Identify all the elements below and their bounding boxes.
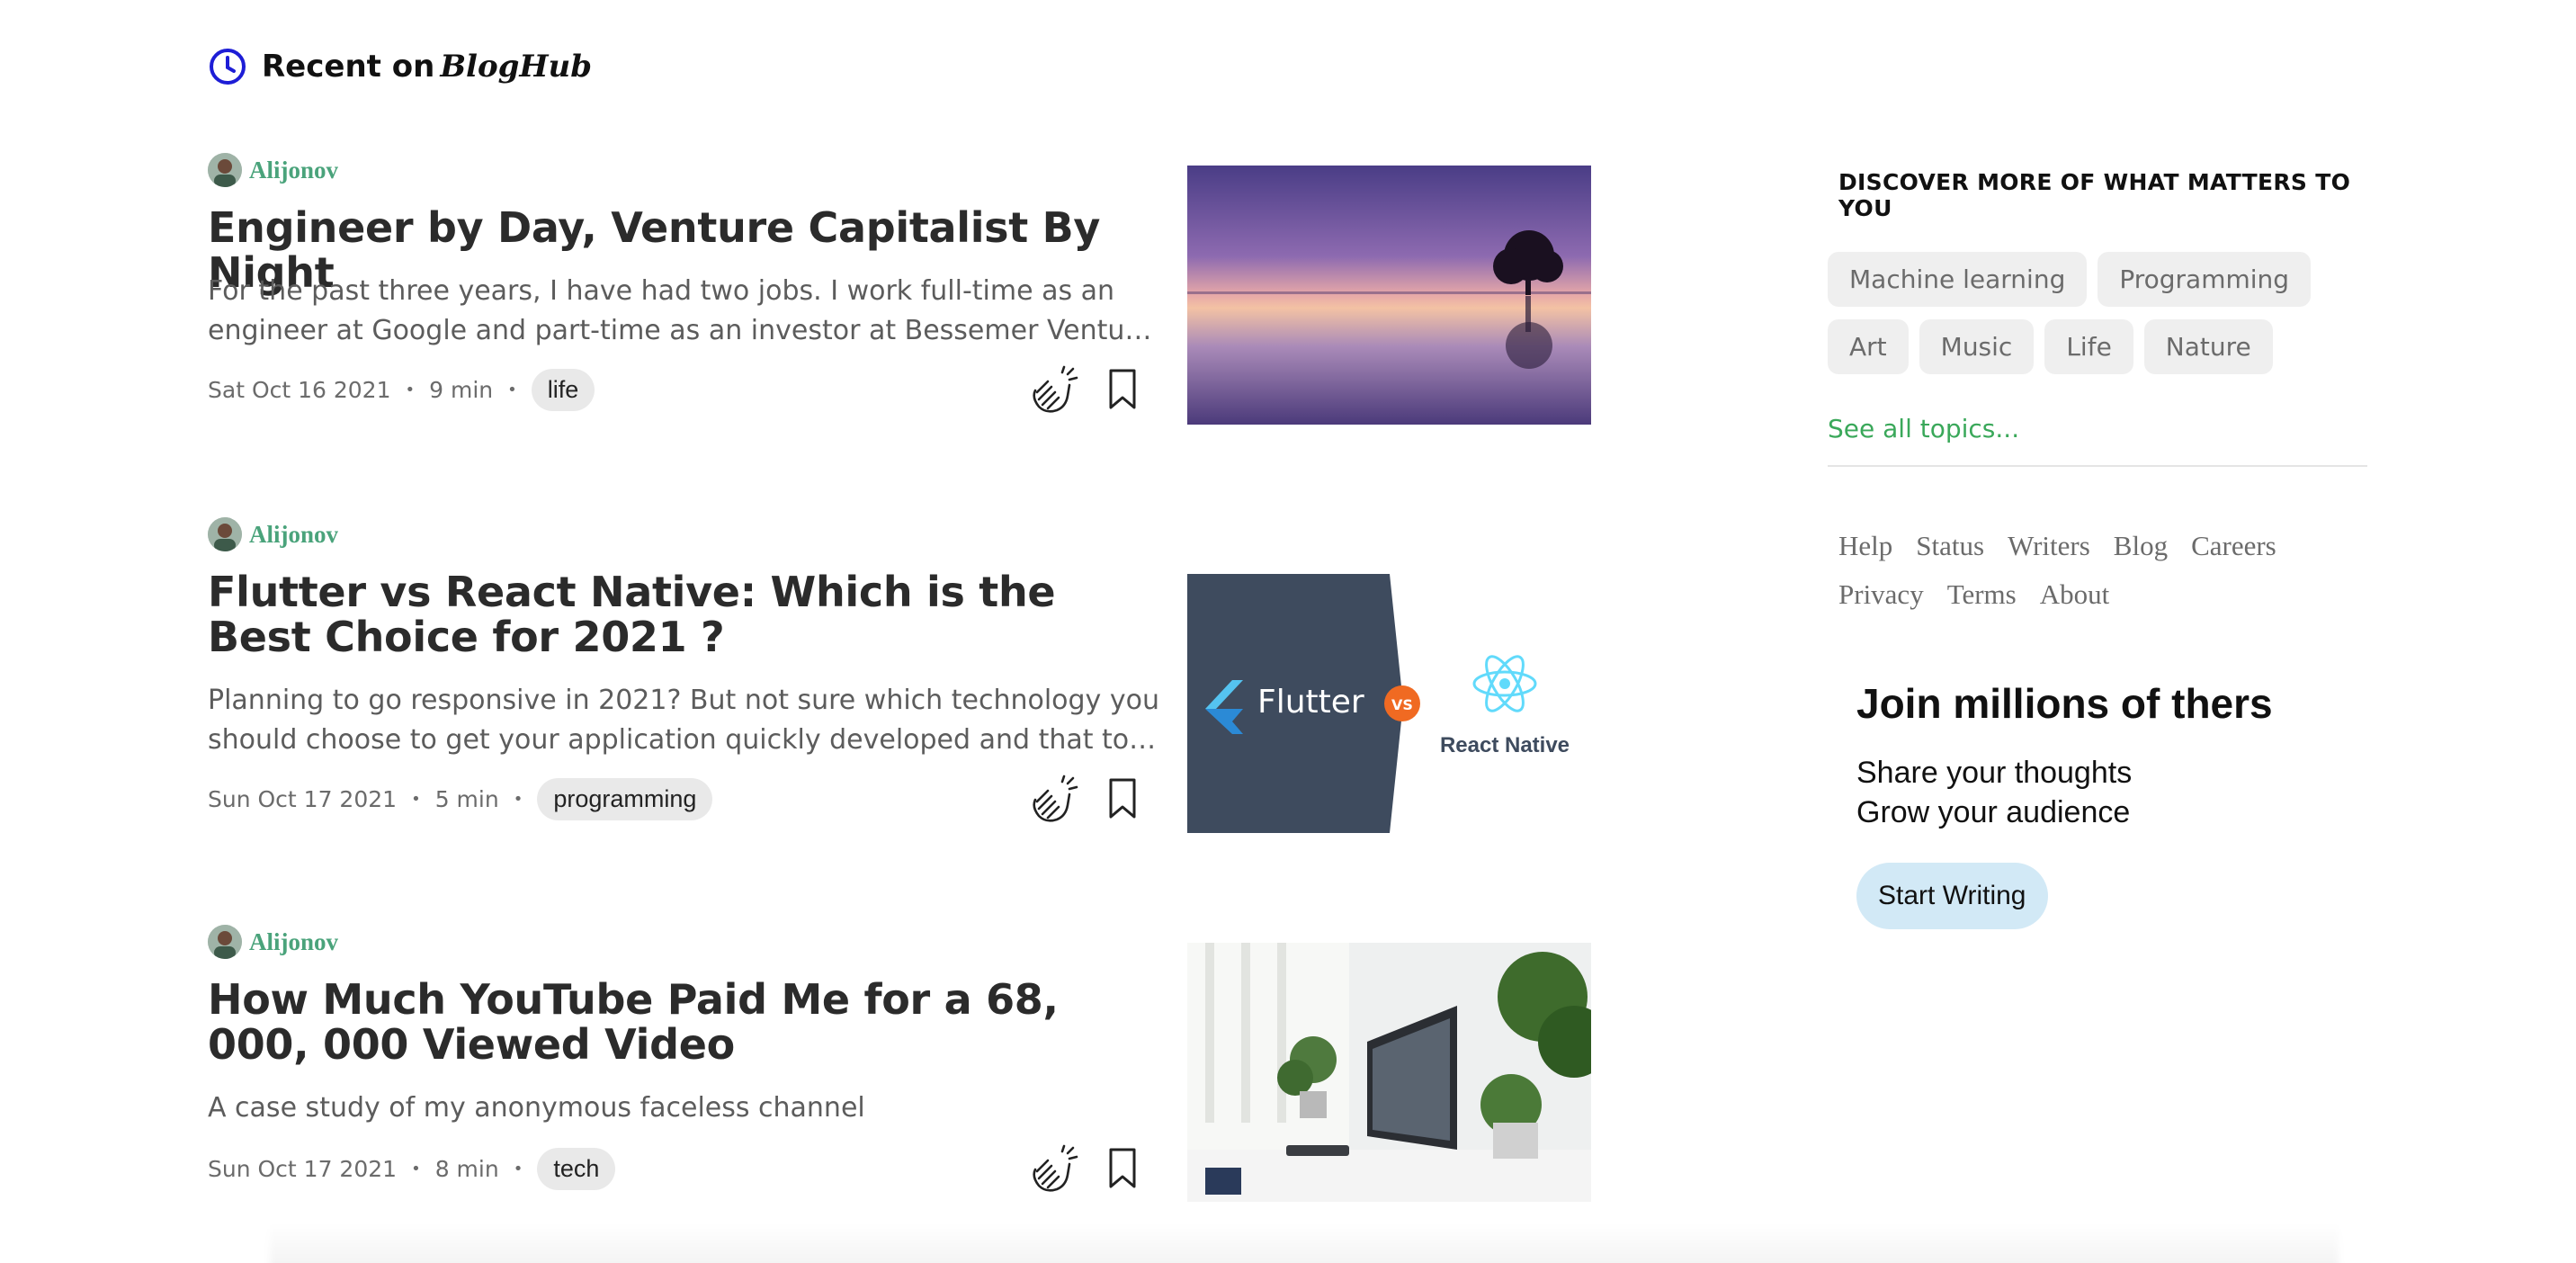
article-card[interactable]: Alijonov How Much YouTube Paid Me for a …	[208, 925, 1591, 1202]
clap-icon[interactable]	[1028, 1144, 1080, 1193]
author-name[interactable]: Alijonov	[249, 157, 338, 184]
footer-link-terms[interactable]: Terms	[1947, 578, 2017, 611]
article-thumbnail[interactable]: Flutter VS React Native	[1187, 574, 1591, 833]
topics-list: Machine learning Programming Art Music L…	[1828, 252, 2331, 374]
read-time: 5 min	[434, 786, 499, 812]
recent-header: Recent on BlogHub	[208, 47, 592, 86]
article-actions	[1028, 365, 1138, 414]
author[interactable]: Alijonov	[208, 153, 338, 187]
topic-chip[interactable]: Life	[2044, 319, 2133, 374]
vs-label: VS	[1391, 696, 1413, 713]
sidebar: DISCOVER MORE OF WHAT MATTERS TO YOU Mac…	[1828, 169, 2367, 611]
separator-dot: •	[411, 790, 421, 809]
clap-icon[interactable]	[1028, 775, 1080, 823]
footer-links: Help Status Writers Blog Careers Privacy…	[1838, 530, 2342, 611]
topic-chip[interactable]: Programming	[2097, 252, 2312, 307]
article-tag[interactable]: tech	[537, 1148, 616, 1190]
separator-dot: •	[513, 1160, 523, 1178]
footer-link-blog[interactable]: Blog	[2114, 530, 2168, 562]
footer-link-careers[interactable]: Careers	[2191, 530, 2276, 562]
desk-monitor-plants-image	[1187, 943, 1591, 1202]
join-title: Join millions of thers	[1856, 680, 2273, 727]
bottom-shadow	[270, 1223, 2339, 1263]
separator-dot: •	[507, 381, 517, 399]
join-line: Grow your audience	[1856, 795, 2131, 829]
article-title[interactable]: Flutter vs React Native: Which is the Be…	[208, 569, 1161, 659]
author[interactable]: Alijonov	[208, 517, 338, 551]
article-thumbnail[interactable]	[1187, 166, 1591, 425]
article-excerpt[interactable]: For the past three years, I have had two…	[208, 272, 1161, 351]
author[interactable]: Alijonov	[208, 925, 338, 959]
join-line: Share your thoughts	[1856, 756, 2133, 790]
footer-link-privacy[interactable]: Privacy	[1838, 578, 1924, 611]
separator-dot: •	[513, 790, 523, 809]
topic-chip[interactable]: Music	[1919, 319, 2035, 374]
article-tag[interactable]: programming	[537, 778, 713, 820]
join-lines: Share your thoughts Grow your audience	[1856, 753, 2360, 832]
clap-icon[interactable]	[1028, 365, 1080, 414]
article-meta: Sat Oct 16 2021 • 9 min • life	[208, 369, 595, 411]
bookmark-icon[interactable]	[1107, 777, 1138, 820]
article-thumbnail[interactable]	[1187, 943, 1591, 1202]
footer-link-help[interactable]: Help	[1838, 530, 1892, 562]
article-card[interactable]: Alijonov Flutter vs React Native: Which …	[208, 517, 1591, 833]
topic-chip[interactable]: Art	[1828, 319, 1909, 374]
react-native-label: React Native	[1440, 733, 1570, 757]
recent-title: Recent on BlogHub	[262, 49, 593, 85]
article-excerpt[interactable]: A case study of my anonymous faceless ch…	[208, 1088, 1161, 1128]
article-tag[interactable]: life	[531, 369, 595, 411]
brand-name: BlogHub	[440, 49, 593, 85]
article-meta: Sun Oct 17 2021 • 5 min • programming	[208, 778, 713, 820]
article-date: Sun Oct 17 2021	[208, 786, 398, 812]
flutter-label: Flutter	[1257, 684, 1364, 721]
avatar	[208, 517, 242, 551]
article-actions	[1028, 775, 1138, 823]
topic-chip[interactable]: Nature	[2143, 319, 2273, 374]
see-all-topics-link[interactable]: See all topics...	[1828, 414, 2019, 443]
footer-link-about[interactable]: About	[2040, 578, 2110, 611]
bookmark-icon[interactable]	[1107, 368, 1138, 411]
footer-link-status[interactable]: Status	[1916, 530, 1984, 562]
clock-icon	[210, 49, 246, 85]
separator-dot: •	[405, 381, 416, 399]
avatar	[208, 925, 242, 959]
article-excerpt[interactable]: Planning to go responsive in 2021? But n…	[208, 681, 1161, 760]
author-name[interactable]: Alijonov	[249, 928, 338, 956]
article-date: Sat Oct 16 2021	[208, 377, 391, 403]
avatar	[208, 153, 242, 187]
read-time: 9 min	[429, 377, 494, 403]
article-meta: Sun Oct 17 2021 • 8 min • tech	[208, 1148, 616, 1190]
sunset-lake-tree-image	[1187, 166, 1591, 425]
flutter-vs-react-native-image: Flutter VS React Native	[1187, 574, 1570, 833]
join-panel: Join millions of thers Share your though…	[1856, 679, 2360, 929]
article-card[interactable]: Alijonov Engineer by Day, Venture Capita…	[208, 153, 1591, 425]
read-time: 8 min	[434, 1156, 499, 1182]
divider	[1828, 465, 2367, 467]
article-actions	[1028, 1144, 1138, 1193]
author-name[interactable]: Alijonov	[249, 521, 338, 549]
footer-link-writers[interactable]: Writers	[2008, 530, 2090, 562]
bookmark-icon[interactable]	[1107, 1147, 1138, 1190]
topic-chip[interactable]: Machine learning	[1828, 252, 2088, 307]
article-date: Sun Oct 17 2021	[208, 1156, 398, 1182]
discover-title: DISCOVER MORE OF WHAT MATTERS TO YOU	[1838, 169, 2351, 221]
start-writing-button[interactable]: Start Writing	[1856, 863, 2048, 929]
separator-dot: •	[411, 1160, 421, 1178]
article-title[interactable]: How Much YouTube Paid Me for a 68, 000, …	[208, 977, 1161, 1067]
